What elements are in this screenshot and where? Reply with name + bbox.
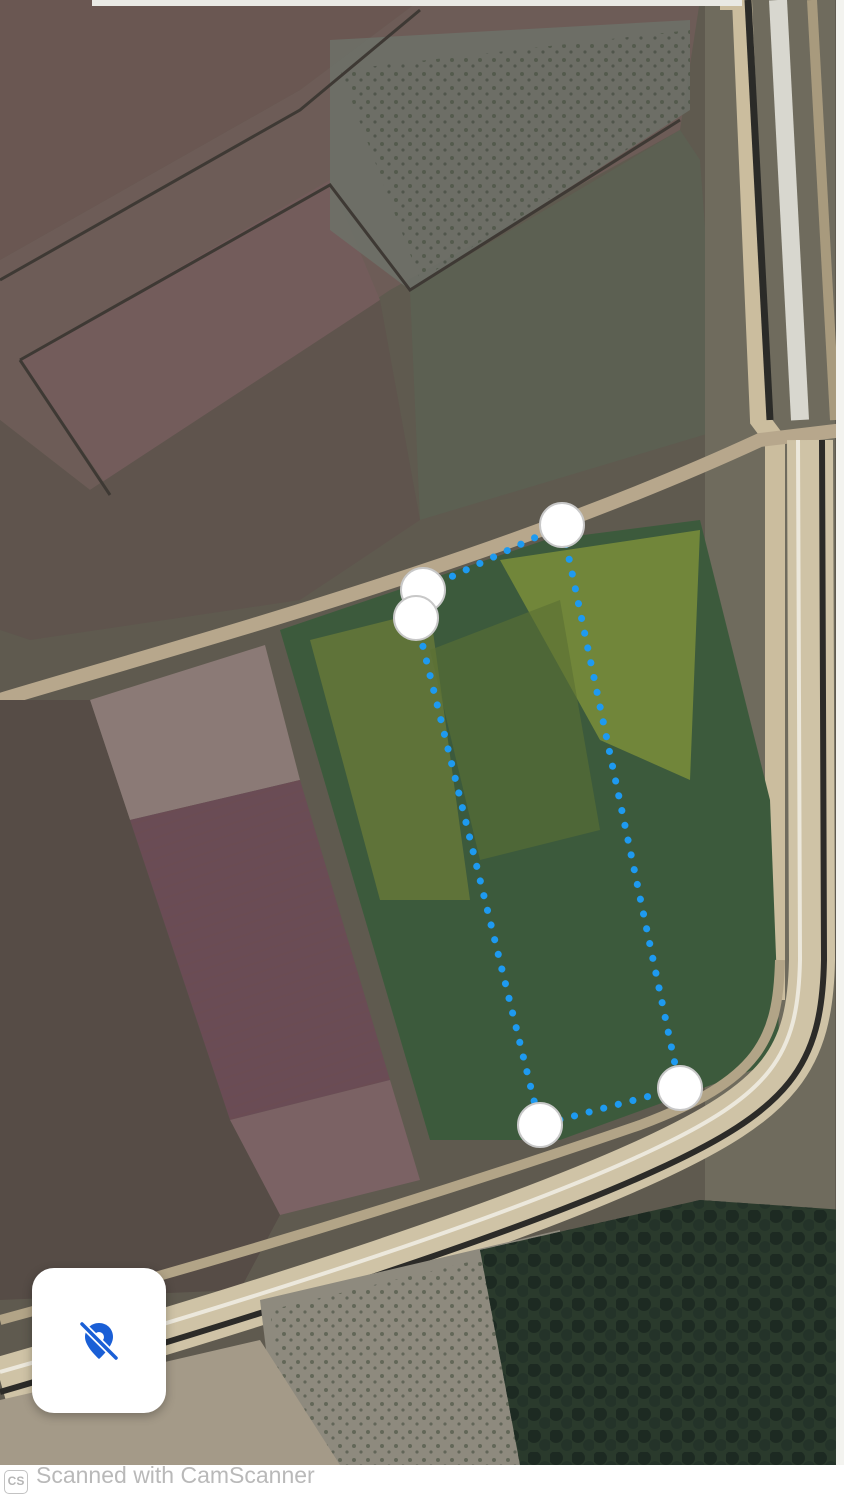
location-toggle-button[interactable] (32, 1268, 166, 1413)
camscanner-badge: CS (4, 1470, 28, 1494)
vertex-marker[interactable] (393, 595, 439, 641)
vertex-marker[interactable] (539, 502, 585, 548)
vertex-marker[interactable] (517, 1102, 563, 1148)
watermark-text: Scanned with CamScanner (36, 1462, 315, 1488)
vertex-markers[interactable] (0, 0, 844, 1465)
top-edge-strip (92, 0, 742, 6)
satellite-map[interactable] (0, 0, 844, 1465)
right-edge-strip (836, 0, 844, 1465)
location-off-icon (78, 1320, 120, 1361)
vertex-marker[interactable] (657, 1065, 703, 1111)
